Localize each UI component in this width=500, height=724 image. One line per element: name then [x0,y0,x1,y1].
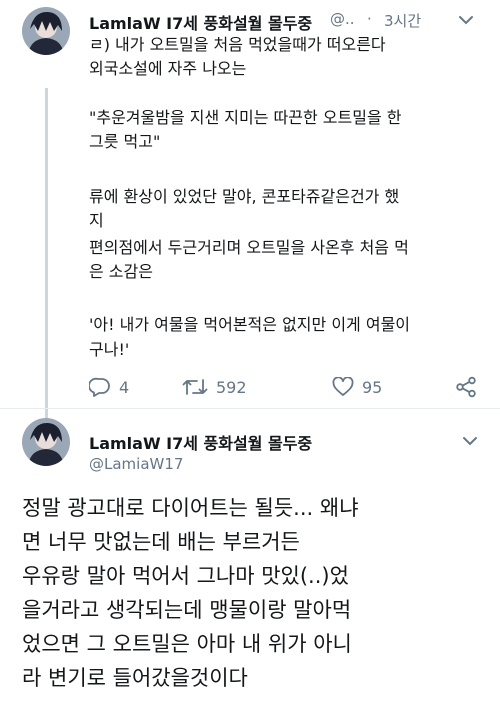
tweet-text-line: 면 너무 맛없는데 배는 부르거든 [22,530,300,554]
tweet-text-line: 은 소감은 [89,262,153,281]
display-name[interactable]: LamlaW I7세 풍화설월 몰두중 [89,430,312,454]
handle[interactable]: @.. [330,10,355,28]
tweet-divider [0,408,500,409]
thread-connector [45,88,48,418]
like-count: 95 [362,377,383,397]
tweet-text-line: "추운겨울밤을 지샌 지미는 따끈한 오트밀을 한 [89,108,402,127]
share-icon [456,376,476,398]
avatar[interactable] [22,7,70,55]
heart-icon [332,377,354,396]
tweet-text-line: 외국소설에 자주 나오는 [89,59,247,78]
avatar[interactable] [22,418,70,466]
reply-icon [89,377,110,397]
tweet-text-line: 편의점에서 두근거리며 오트밀을 사온후 처음 먹 [89,238,409,257]
chevron-down-icon[interactable] [462,432,478,451]
retweet-icon [182,379,208,395]
tweet-actions: 4 592 95 [89,374,484,400]
tweet-text-line: 정말 광고대로 다이어트는 될듯... 왜냐 [22,496,359,520]
reply-button[interactable]: 4 [89,374,129,400]
like-button[interactable]: 95 [332,374,382,400]
tweet-text-line: 그릇 먹고" [89,132,161,151]
time-separator: · [367,10,372,28]
retweet-button[interactable]: 592 [182,374,247,400]
tweet-text-line: 었으면 그 오트밀은 아마 내 위가 아니 [22,632,352,656]
reply-count: 4 [119,377,130,397]
display-name[interactable]: LamlaW I7세 풍화설월 몰두중 [89,10,312,34]
share-button[interactable] [455,374,477,400]
tweet-text-line: 라 변기로 들어갔을것이다 [22,666,248,690]
tweet-text-line: ㄹ) 내가 오트밀을 처음 먹었을때가 떠오른다 [89,35,386,54]
handle[interactable]: @LamiaW17 [89,455,183,473]
tweet-text-line: 구나!' [89,340,130,359]
tweet-text-line: 지 [89,211,104,230]
tweet-text-line: 을거라고 생각되는데 맹물이랑 말아먹 [22,598,352,622]
retweet-count: 592 [216,377,247,397]
tweet-text-line: 류에 환상이 있었단 말야, 콘포타쥬같은건가 했 [89,187,400,206]
tweet-text-line: 우유랑 말아 먹어서 그나마 맛있(..)었 [22,564,349,588]
chevron-down-icon[interactable] [458,11,474,30]
tweet-text-line: '아! 내가 여물을 먹어본적은 없지만 이게 여물이 [89,315,411,334]
timestamp[interactable]: 3시간 [384,10,421,31]
